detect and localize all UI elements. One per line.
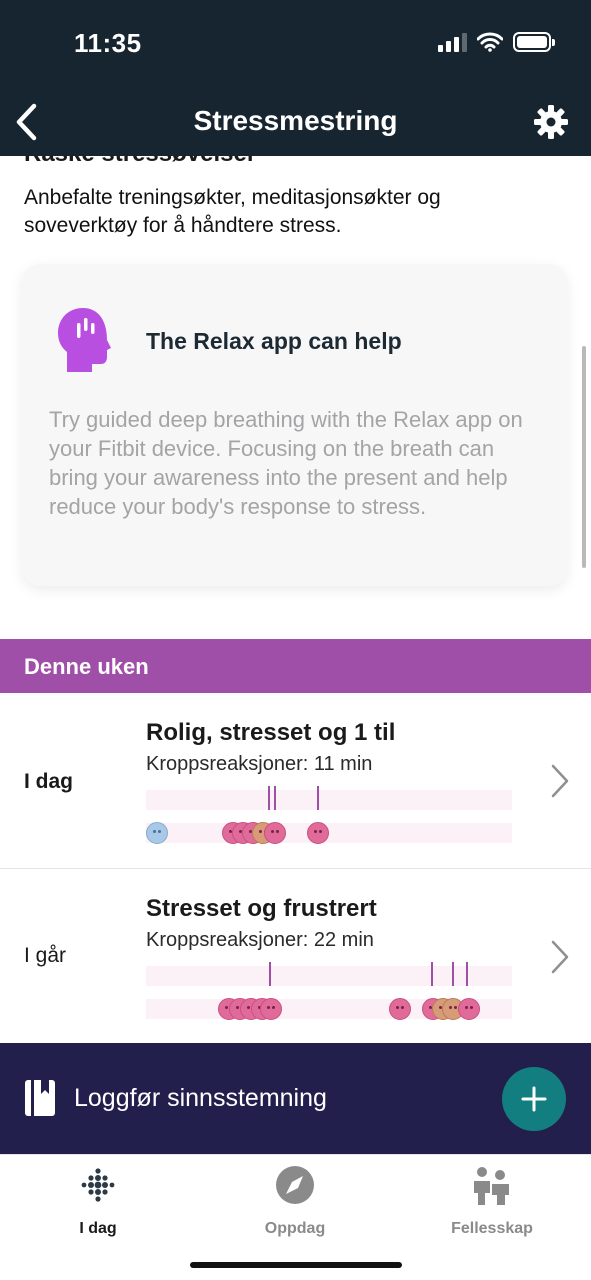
nav-item-discover[interactable]: Oppdag — [225, 1163, 365, 1238]
relax-card-body: Try guided deep breathing with the Relax… — [49, 407, 523, 519]
stressed-mood-icon — [307, 822, 329, 844]
calm-mood-icon — [146, 822, 168, 844]
nav-label: I dag — [79, 1220, 117, 1237]
body-response-marker — [317, 786, 319, 810]
chevron-right-icon[interactable] — [549, 939, 571, 975]
app-header: 11:35 Stressmestring — [0, 0, 591, 156]
mood-summary-title: Stresset og frustrert — [146, 895, 377, 922]
section-heading: Raske stressøvelser — [24, 156, 256, 168]
day-row-yesterday[interactable]: I går Stresset og frustrert Kroppsreaksj… — [0, 869, 591, 1043]
status-icons — [438, 32, 555, 52]
wifi-icon — [477, 32, 503, 52]
chevron-right-icon[interactable] — [549, 763, 571, 799]
cellular-signal-icon — [438, 32, 467, 52]
home-indicator[interactable] — [190, 1262, 402, 1268]
body-response-marker — [268, 786, 270, 810]
compass-icon — [276, 1166, 314, 1204]
log-mood-bar[interactable]: Loggfør sinnsstemning — [0, 1043, 591, 1154]
nav-label: Oppdag — [264, 1220, 326, 1237]
log-mood-label: Loggfør sinnsstemning — [74, 1084, 327, 1112]
day-row-today[interactable]: I dag Rolig, stresset og 1 til Kroppsrea… — [0, 693, 591, 869]
body-response-marker — [466, 962, 468, 986]
stressed-mood-icon — [389, 998, 411, 1020]
scroll-content[interactable]: Raske stressøvelser Anbefalte treningsøk… — [0, 156, 591, 1043]
scrollbar[interactable] — [582, 346, 586, 568]
status-time: 11:35 — [74, 28, 142, 58]
mood-timeline — [146, 998, 512, 1020]
stressed-mood-icon — [264, 822, 286, 844]
journal-icon — [25, 1080, 55, 1116]
relax-head-icon — [58, 308, 111, 372]
body-response-timeline — [146, 962, 512, 986]
week-section-header: Denne uken — [0, 639, 591, 693]
body-response-marker — [269, 962, 271, 986]
body-response-marker — [274, 786, 276, 810]
body-response-marker — [431, 962, 433, 986]
nav-item-today[interactable]: I dag — [28, 1163, 168, 1238]
mood-summary-title: Rolig, stresset og 1 til — [146, 719, 396, 746]
section-description: Anbefalte treningsøkter, meditasjonsøkte… — [24, 186, 441, 237]
plus-icon — [521, 1086, 547, 1112]
fitbit-dots-icon — [81, 1168, 115, 1202]
add-mood-button[interactable] — [502, 1067, 566, 1131]
stressed-mood-icon — [458, 998, 480, 1020]
gear-icon[interactable] — [533, 104, 569, 140]
body-response-duration: Kroppsreaksjoner: 11 min — [146, 753, 373, 775]
body-response-marker — [452, 962, 454, 986]
relax-card-title: The Relax app can help — [146, 328, 402, 354]
page-title: Stressmestring — [193, 105, 398, 136]
day-label: I går — [24, 944, 67, 967]
relax-app-card[interactable]: The Relax app can help Try guided deep b… — [22, 264, 567, 586]
body-response-timeline — [146, 786, 512, 810]
body-response-duration: Kroppsreaksjoner: 22 min — [146, 929, 374, 951]
day-label: I dag — [24, 770, 74, 793]
stressed-mood-icon — [260, 998, 282, 1020]
mood-timeline — [146, 822, 512, 844]
nav-item-community[interactable]: Fellesskap — [422, 1163, 562, 1238]
nav-label: Fellesskap — [451, 1220, 533, 1237]
battery-icon — [513, 32, 555, 52]
community-icon — [474, 1167, 509, 1205]
